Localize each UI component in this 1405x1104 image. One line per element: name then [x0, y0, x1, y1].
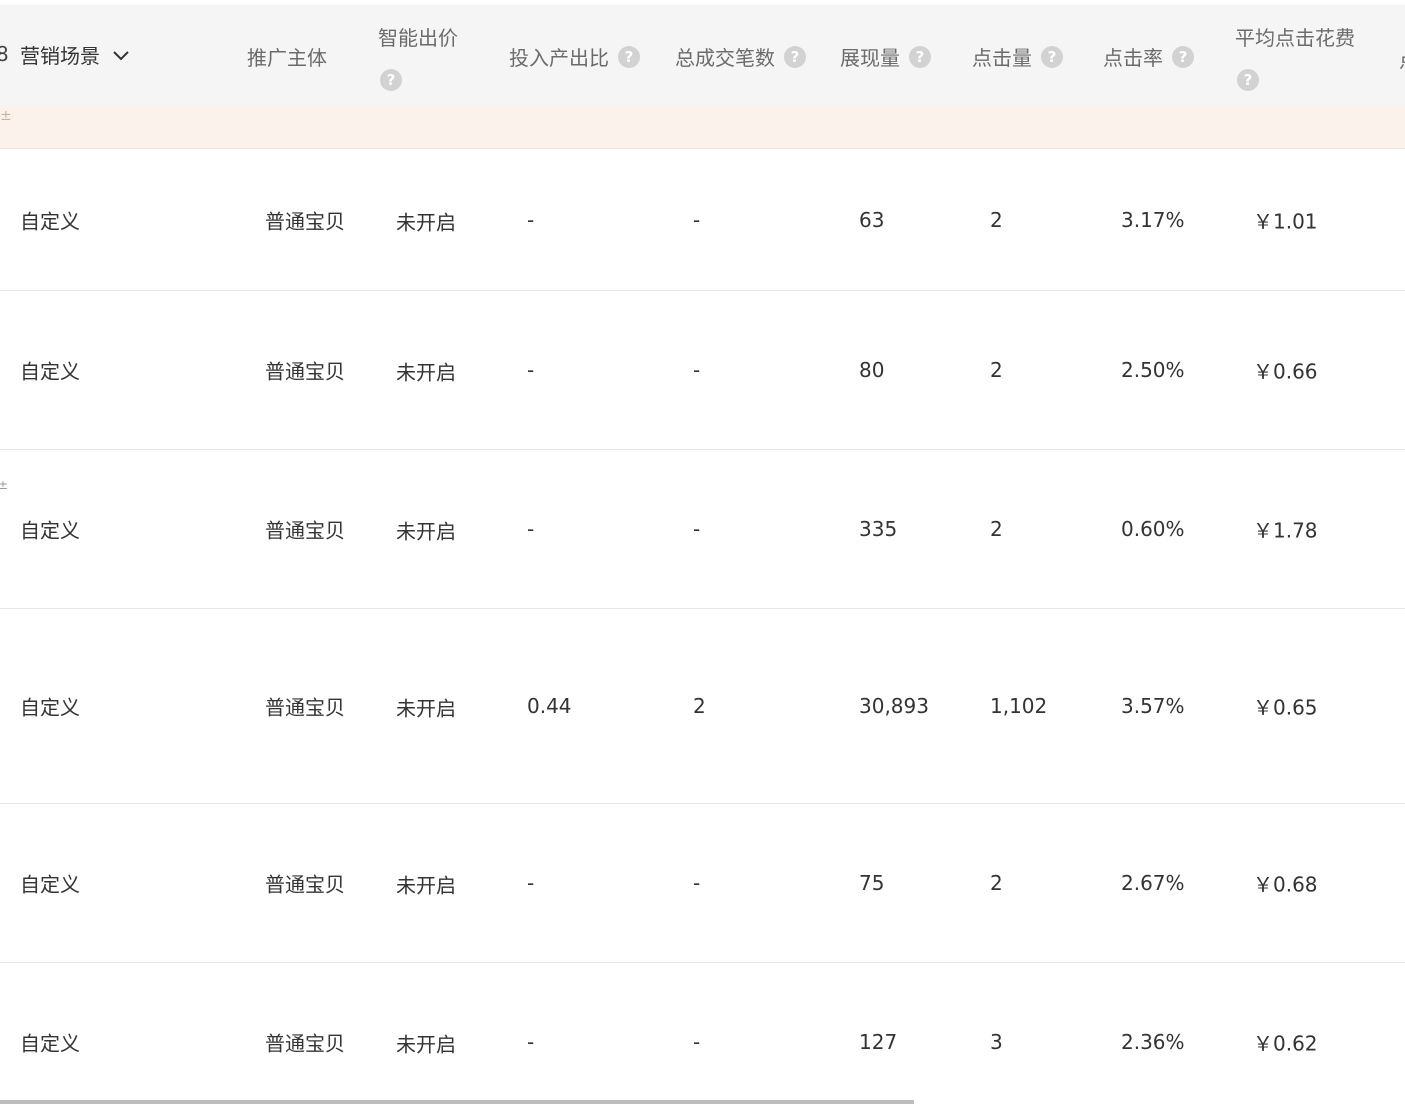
clipped-column-edge-2: ±: [0, 478, 9, 492]
cell-ctr: 2.50%: [1121, 358, 1185, 382]
cell-roi: -: [527, 1030, 535, 1054]
cell-roi: -: [527, 358, 535, 382]
cell-smart-bid: 未开启: [396, 873, 456, 898]
th-clicks-label: 点击量: [972, 46, 1032, 70]
notice-banner: [0, 105, 1405, 148]
cell-avg-cpc: ￥0.62: [1253, 1031, 1318, 1056]
th-impressions-label: 展现量: [840, 46, 900, 70]
th-orders: 总成交笔数 ?: [675, 42, 806, 71]
row-divider: [0, 962, 1405, 963]
th-smart-bid: 智能出价 ?: [378, 22, 458, 91]
th-avg-cpc-label: 平均点击花费: [1235, 26, 1355, 50]
cell-roi: -: [527, 517, 535, 541]
cell-avg-cpc: ￥1.01: [1253, 209, 1318, 234]
cell-orders: -: [693, 517, 701, 541]
help-icon[interactable]: ?: [618, 45, 640, 68]
th-subject-label: 推广主体: [247, 46, 327, 70]
th-orders-label: 总成交笔数: [675, 46, 775, 70]
cell-impressions: 30,893: [859, 694, 929, 718]
cell-smart-bid: 未开启: [396, 519, 456, 544]
cell-subject: 普通宝贝: [265, 695, 345, 720]
cell-roi: 0.44: [527, 694, 572, 718]
help-icon[interactable]: ?: [909, 45, 931, 68]
cell-impressions: 80: [859, 358, 885, 382]
help-icon[interactable]: ?: [784, 45, 806, 68]
horizontal-scrollbar[interactable]: [0, 1100, 914, 1104]
cell-clicks: 3: [990, 1030, 1003, 1054]
help-icon[interactable]: ?: [380, 69, 402, 91]
cell-clicks: 2: [990, 358, 1003, 382]
row-divider: [0, 148, 1405, 149]
cell-ctr: 3.17%: [1121, 208, 1185, 232]
th-scene-label: 营销场景: [20, 44, 100, 68]
th-impressions: 展现量 ?: [840, 42, 931, 71]
cell-smart-bid: 未开启: [396, 1032, 456, 1057]
th-subject: 推广主体: [247, 42, 327, 71]
cell-orders: 2: [693, 694, 706, 718]
cell-orders: -: [693, 1030, 701, 1054]
help-icon[interactable]: ?: [1237, 69, 1259, 91]
row-divider: [0, 449, 1405, 450]
cell-clicks: 2: [990, 208, 1003, 232]
cell-roi: -: [527, 871, 535, 895]
row-divider: [0, 803, 1405, 804]
cell-ctr: 0.60%: [1121, 517, 1185, 541]
cell-orders: -: [693, 358, 701, 382]
cell-subject: 普通宝贝: [265, 1031, 345, 1056]
cell-clicks: 1,102: [990, 694, 1048, 718]
cell-avg-cpc: ￥1.78: [1253, 518, 1318, 543]
clipped-column-edge-right: 点: [1399, 44, 1405, 73]
th-roi: 投入产出比 ?: [509, 42, 640, 71]
cell-ctr: 2.36%: [1121, 1030, 1185, 1054]
row-divider: [0, 608, 1405, 609]
row-divider: [0, 290, 1405, 291]
cell-scene: 自定义: [20, 872, 80, 897]
cell-smart-bid: 未开启: [396, 360, 456, 385]
cell-ctr: 3.57%: [1121, 694, 1185, 718]
cell-smart-bid: 未开启: [396, 210, 456, 235]
th-avg-cpc: 平均点击花费 ?: [1235, 22, 1355, 91]
cell-scene: 自定义: [20, 518, 80, 543]
th-clicks: 点击量 ?: [972, 42, 1063, 71]
chevron-down-icon[interactable]: [112, 50, 130, 62]
cell-scene: 自定义: [20, 695, 80, 720]
cell-clicks: 2: [990, 517, 1003, 541]
cell-subject: 普通宝贝: [265, 359, 345, 384]
cell-orders: -: [693, 208, 701, 232]
cell-orders: -: [693, 871, 701, 895]
cell-roi: -: [527, 208, 535, 232]
cell-avg-cpc: ￥0.65: [1253, 695, 1318, 720]
cell-ctr: 2.67%: [1121, 871, 1185, 895]
cell-clicks: 2: [990, 871, 1003, 895]
cell-impressions: 335: [859, 517, 898, 541]
cell-impressions: 63: [859, 208, 885, 232]
banner-edge-glyph: ±: [0, 108, 12, 124]
cell-impressions: 127: [859, 1030, 898, 1054]
help-icon[interactable]: ?: [1172, 45, 1194, 68]
th-scene[interactable]: 营销场景: [20, 40, 130, 69]
cell-scene: 自定义: [20, 209, 80, 234]
cell-scene: 自定义: [20, 359, 80, 384]
cell-subject: 普通宝贝: [265, 518, 345, 543]
th-roi-label: 投入产出比: [509, 46, 609, 70]
cell-impressions: 75: [859, 871, 885, 895]
help-icon[interactable]: ?: [1041, 45, 1063, 68]
th-ctr: 点击率 ?: [1103, 42, 1194, 71]
cell-avg-cpc: ￥0.66: [1253, 359, 1318, 384]
cell-subject: 普通宝贝: [265, 872, 345, 897]
cell-scene: 自定义: [20, 1031, 80, 1056]
th-ctr-label: 点击率: [1103, 46, 1163, 70]
clipped-column-edge: 8: [0, 42, 9, 66]
th-smart-bid-label: 智能出价: [378, 26, 458, 50]
cell-avg-cpc: ￥0.68: [1253, 872, 1318, 897]
cell-smart-bid: 未开启: [396, 696, 456, 721]
cell-subject: 普通宝贝: [265, 209, 345, 234]
